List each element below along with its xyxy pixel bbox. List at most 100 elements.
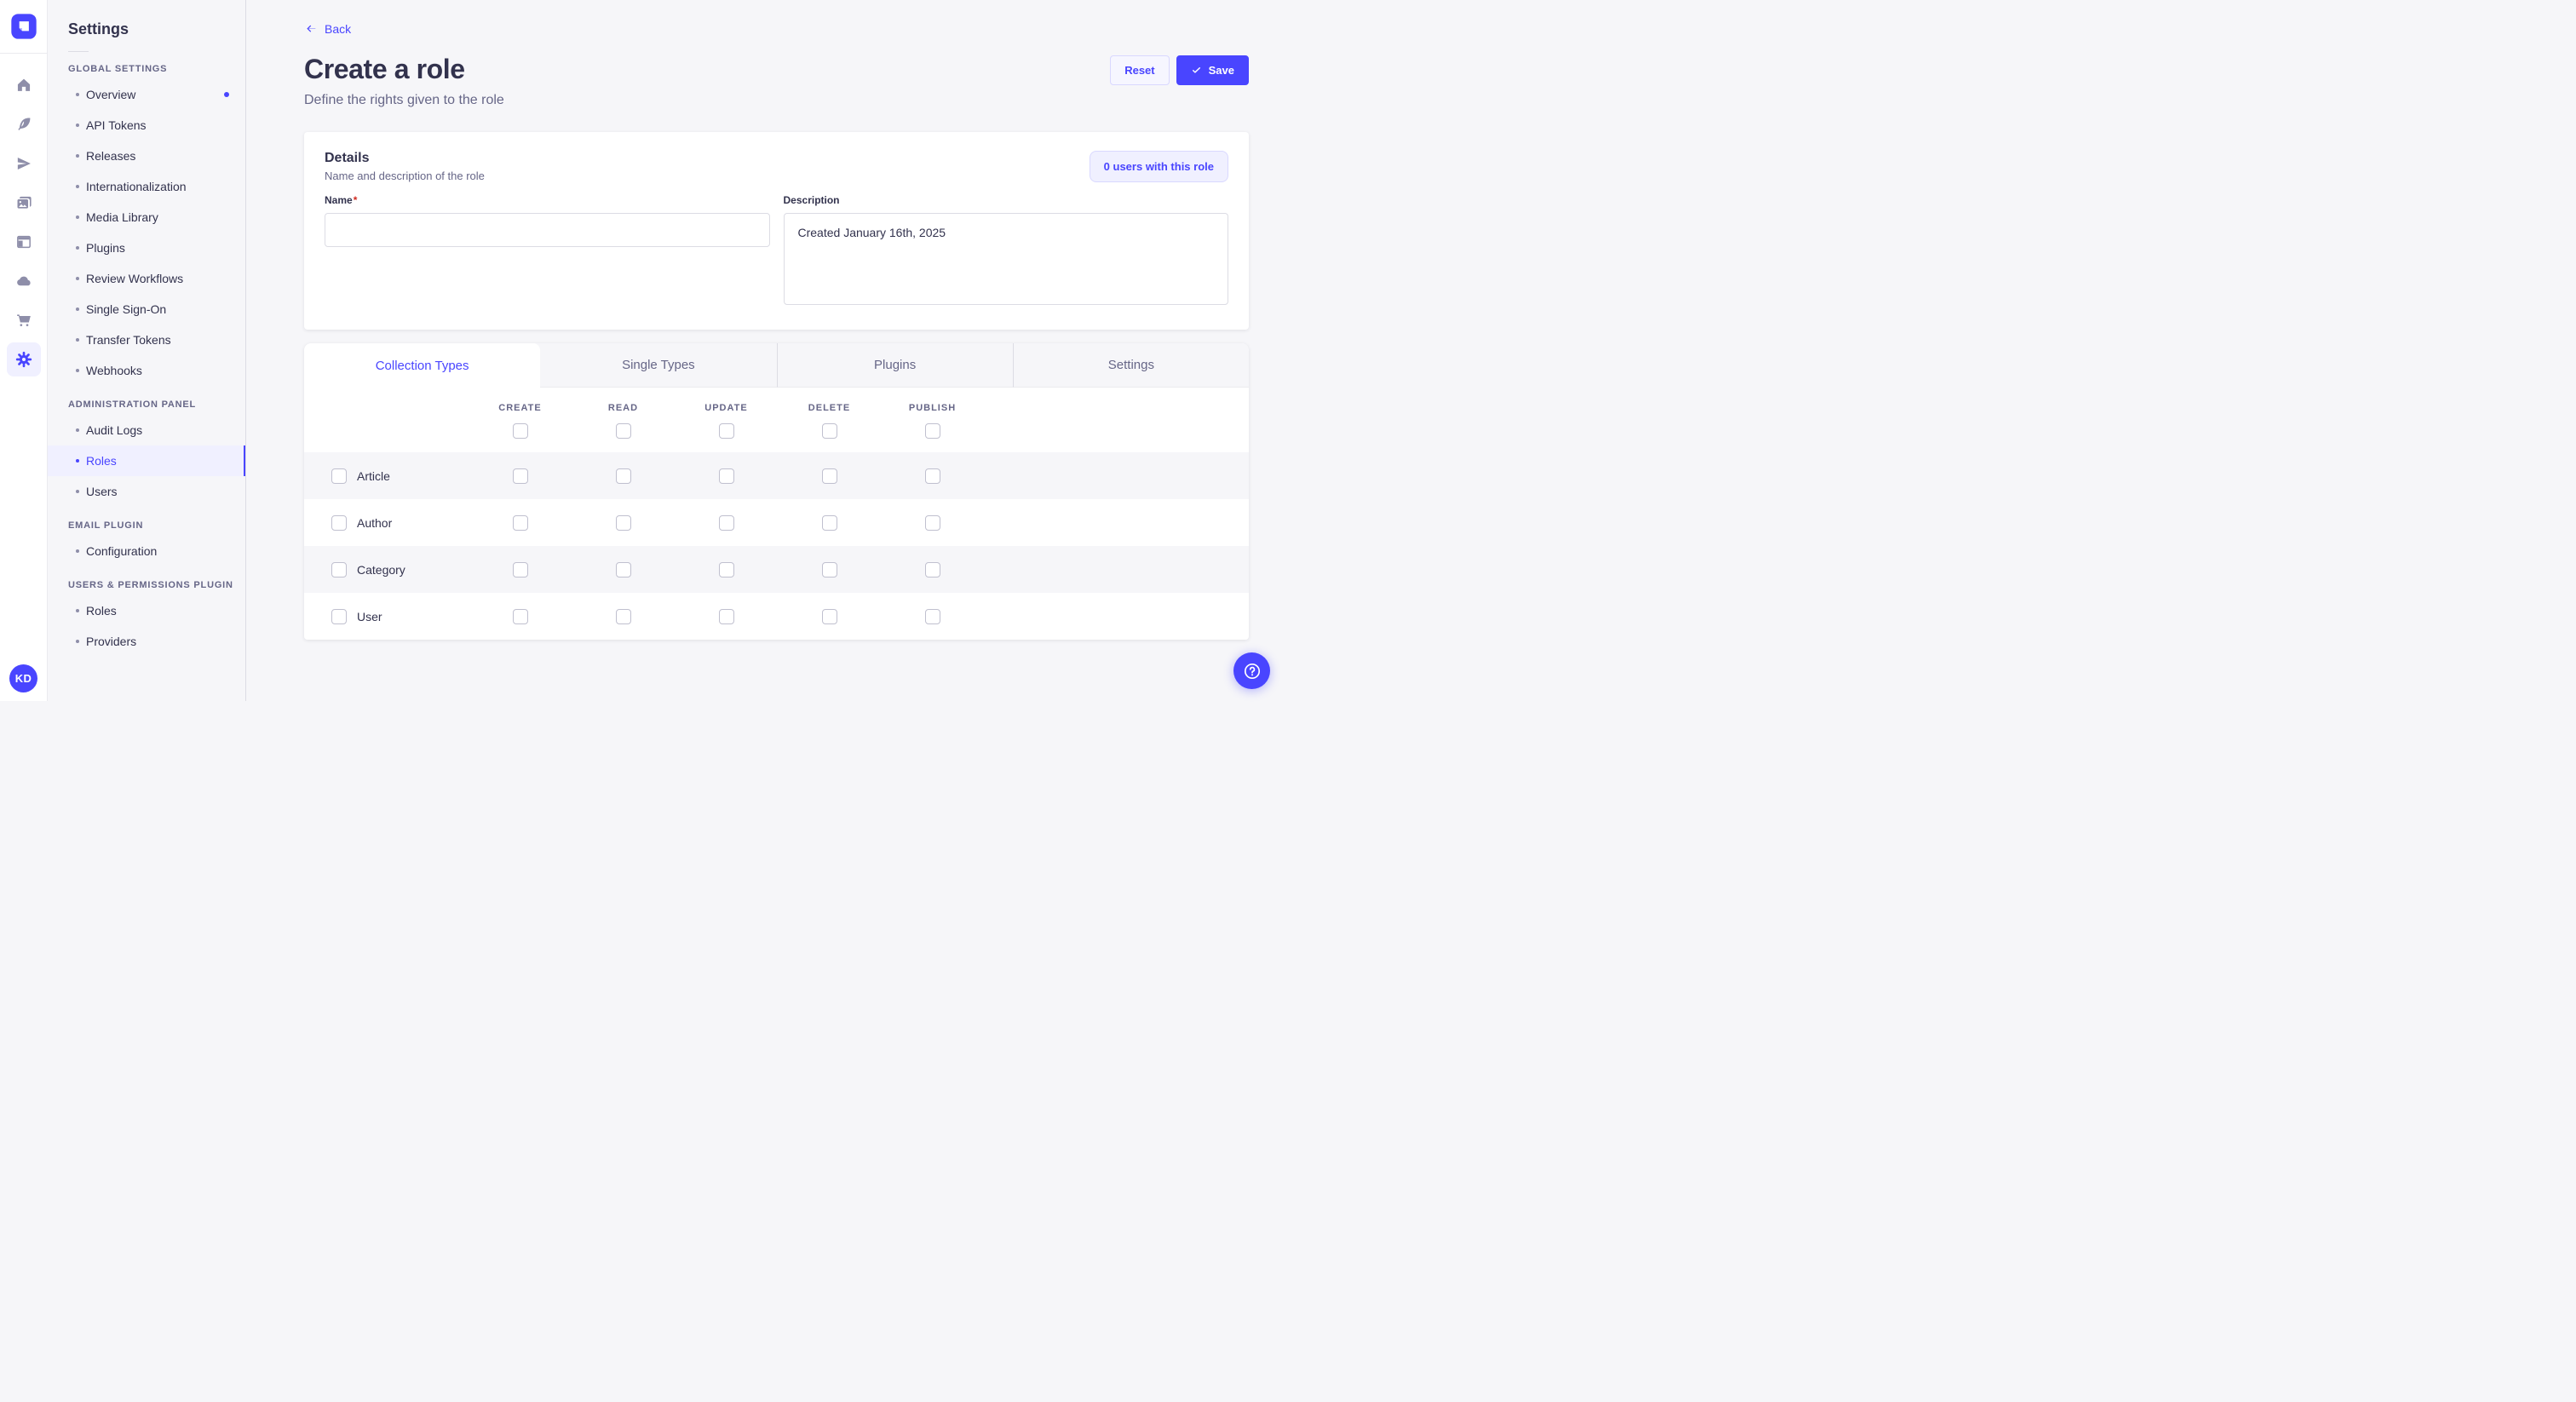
save-label: Save bbox=[1209, 64, 1234, 77]
tab-collection-types[interactable]: Collection Types bbox=[304, 343, 540, 388]
rail-item-gear[interactable] bbox=[0, 340, 48, 379]
feather-icon bbox=[15, 116, 32, 133]
sidebar-item-label: Roles bbox=[86, 604, 117, 618]
author-update-checkbox[interactable] bbox=[719, 515, 734, 531]
sidebar-item-configuration[interactable]: Configuration bbox=[48, 536, 245, 566]
tab-plugins[interactable]: Plugins bbox=[777, 343, 1013, 388]
sidebar-item-label: Configuration bbox=[86, 544, 157, 558]
rail-item-cart[interactable] bbox=[0, 301, 48, 340]
rail-item-media-library[interactable] bbox=[0, 183, 48, 222]
rail-item-home[interactable] bbox=[0, 66, 48, 105]
article-read-checkbox[interactable] bbox=[616, 468, 631, 484]
category-read-checkbox[interactable] bbox=[616, 562, 631, 577]
strapi-logo[interactable] bbox=[10, 13, 37, 40]
question-mark-icon bbox=[1242, 661, 1262, 681]
permissions-table: CREATEREADUPDATEDELETEPUBLISH ArticleAut… bbox=[304, 388, 1249, 640]
user-publish-checkbox[interactable] bbox=[925, 609, 940, 624]
select-row-user-checkbox[interactable] bbox=[331, 609, 347, 624]
author-publish-checkbox[interactable] bbox=[925, 515, 940, 531]
author-delete-checkbox[interactable] bbox=[822, 515, 837, 531]
rail-item-feather[interactable] bbox=[0, 105, 48, 144]
sidebar-item-single-sign-on[interactable]: Single Sign-On bbox=[48, 294, 245, 325]
sidebar-item-api-tokens[interactable]: API Tokens bbox=[48, 110, 245, 141]
sidebar-item-providers[interactable]: Providers bbox=[48, 626, 245, 657]
paper-plane-icon bbox=[15, 155, 32, 172]
tab-single-types[interactable]: Single Types bbox=[540, 343, 776, 388]
select-all-delete-checkbox[interactable] bbox=[822, 423, 837, 439]
select-all-create-checkbox[interactable] bbox=[513, 423, 528, 439]
name-input[interactable] bbox=[325, 213, 770, 247]
sidebar-item-label: Single Sign-On bbox=[86, 302, 166, 316]
sidebar-item-audit-logs[interactable]: Audit Logs bbox=[48, 415, 245, 445]
article-delete-checkbox[interactable] bbox=[822, 468, 837, 484]
row-label: User bbox=[357, 610, 382, 623]
arrow-left-icon bbox=[304, 22, 318, 36]
article-create-checkbox[interactable] bbox=[513, 468, 528, 484]
permissions-table-header: CREATEREADUPDATEDELETEPUBLISH bbox=[304, 388, 1249, 452]
rail-item-paper-plane[interactable] bbox=[0, 144, 48, 183]
sidebar-item-roles[interactable]: Roles bbox=[48, 595, 245, 626]
author-read-checkbox[interactable] bbox=[616, 515, 631, 531]
cart-icon bbox=[15, 312, 32, 329]
user-update-checkbox[interactable] bbox=[719, 609, 734, 624]
description-textarea[interactable]: Created January 16th, 2025 bbox=[784, 213, 1229, 305]
sidebar-item-releases[interactable]: Releases bbox=[48, 141, 245, 171]
sidebar-item-review-workflows[interactable]: Review Workflows bbox=[48, 263, 245, 294]
sidebar-item-transfer-tokens[interactable]: Transfer Tokens bbox=[48, 325, 245, 355]
back-link[interactable]: Back bbox=[304, 22, 351, 36]
sidebar-section-global-settings: GLOBAL SETTINGS bbox=[68, 64, 245, 74]
help-button[interactable] bbox=[1233, 652, 1270, 689]
select-row-article-checkbox[interactable] bbox=[331, 468, 347, 484]
sidebar-item-label: Roles bbox=[86, 454, 117, 468]
notification-dot bbox=[224, 92, 229, 97]
select-all-read-checkbox[interactable] bbox=[616, 423, 631, 439]
details-subtitle: Name and description of the role bbox=[325, 170, 485, 182]
user-create-checkbox[interactable] bbox=[513, 609, 528, 624]
article-publish-checkbox[interactable] bbox=[925, 468, 940, 484]
user-delete-checkbox[interactable] bbox=[822, 609, 837, 624]
permission-row-user: User bbox=[304, 593, 1249, 640]
user-read-checkbox[interactable] bbox=[616, 609, 631, 624]
tab-settings[interactable]: Settings bbox=[1013, 343, 1249, 388]
logo-wrap bbox=[0, 0, 47, 54]
select-all-publish-checkbox[interactable] bbox=[925, 423, 940, 439]
sidebar-section-users-permissions-plugin: USERS & PERMISSIONS PLUGIN bbox=[68, 580, 245, 590]
sidebar-item-internationalization[interactable]: Internationalization bbox=[48, 171, 245, 202]
column-header-publish: PUBLISH bbox=[909, 403, 956, 413]
column-header-update: UPDATE bbox=[704, 403, 747, 413]
sidebar-item-label: Releases bbox=[86, 149, 135, 163]
permission-row-category: Category bbox=[304, 546, 1249, 593]
sidebar-item-plugins[interactable]: Plugins bbox=[48, 233, 245, 263]
select-row-author-checkbox[interactable] bbox=[331, 515, 347, 531]
sidebar-item-webhooks[interactable]: Webhooks bbox=[48, 355, 245, 386]
save-button[interactable]: Save bbox=[1176, 55, 1249, 85]
main-nav-rail: KD bbox=[0, 0, 48, 701]
select-all-update-checkbox[interactable] bbox=[719, 423, 734, 439]
sidebar-item-roles[interactable]: Roles bbox=[48, 445, 245, 476]
category-update-checkbox[interactable] bbox=[719, 562, 734, 577]
article-update-checkbox[interactable] bbox=[719, 468, 734, 484]
permissions-table-rows: ArticleAuthorCategoryUser bbox=[304, 452, 1249, 640]
active-nav-pill bbox=[7, 342, 41, 376]
category-publish-checkbox[interactable] bbox=[925, 562, 940, 577]
category-create-checkbox[interactable] bbox=[513, 562, 528, 577]
user-avatar[interactable]: KD bbox=[9, 664, 37, 692]
row-label: Category bbox=[357, 563, 405, 577]
select-row-category-checkbox[interactable] bbox=[331, 562, 347, 577]
sidebar-item-label: Media Library bbox=[86, 210, 158, 224]
column-header-delete: DELETE bbox=[808, 403, 850, 413]
sidebar-item-media-library[interactable]: Media Library bbox=[48, 202, 245, 233]
sidebar-item-overview[interactable]: Overview bbox=[48, 79, 245, 110]
rail-item-layout[interactable] bbox=[0, 222, 48, 261]
reset-button[interactable]: Reset bbox=[1110, 55, 1169, 85]
sidebar-item-label: Users bbox=[86, 485, 118, 498]
category-delete-checkbox[interactable] bbox=[822, 562, 837, 577]
author-create-checkbox[interactable] bbox=[513, 515, 528, 531]
header-spacer-cell bbox=[304, 403, 469, 439]
name-field-label: Name* bbox=[325, 194, 770, 206]
sidebar-item-label: API Tokens bbox=[86, 118, 147, 132]
users-with-role-button[interactable]: 0 users with this role bbox=[1090, 151, 1228, 182]
sidebar-item-users[interactable]: Users bbox=[48, 476, 245, 507]
rail-item-cloud[interactable] bbox=[0, 261, 48, 301]
sidebar-section-email-plugin: EMAIL PLUGIN bbox=[68, 520, 245, 531]
